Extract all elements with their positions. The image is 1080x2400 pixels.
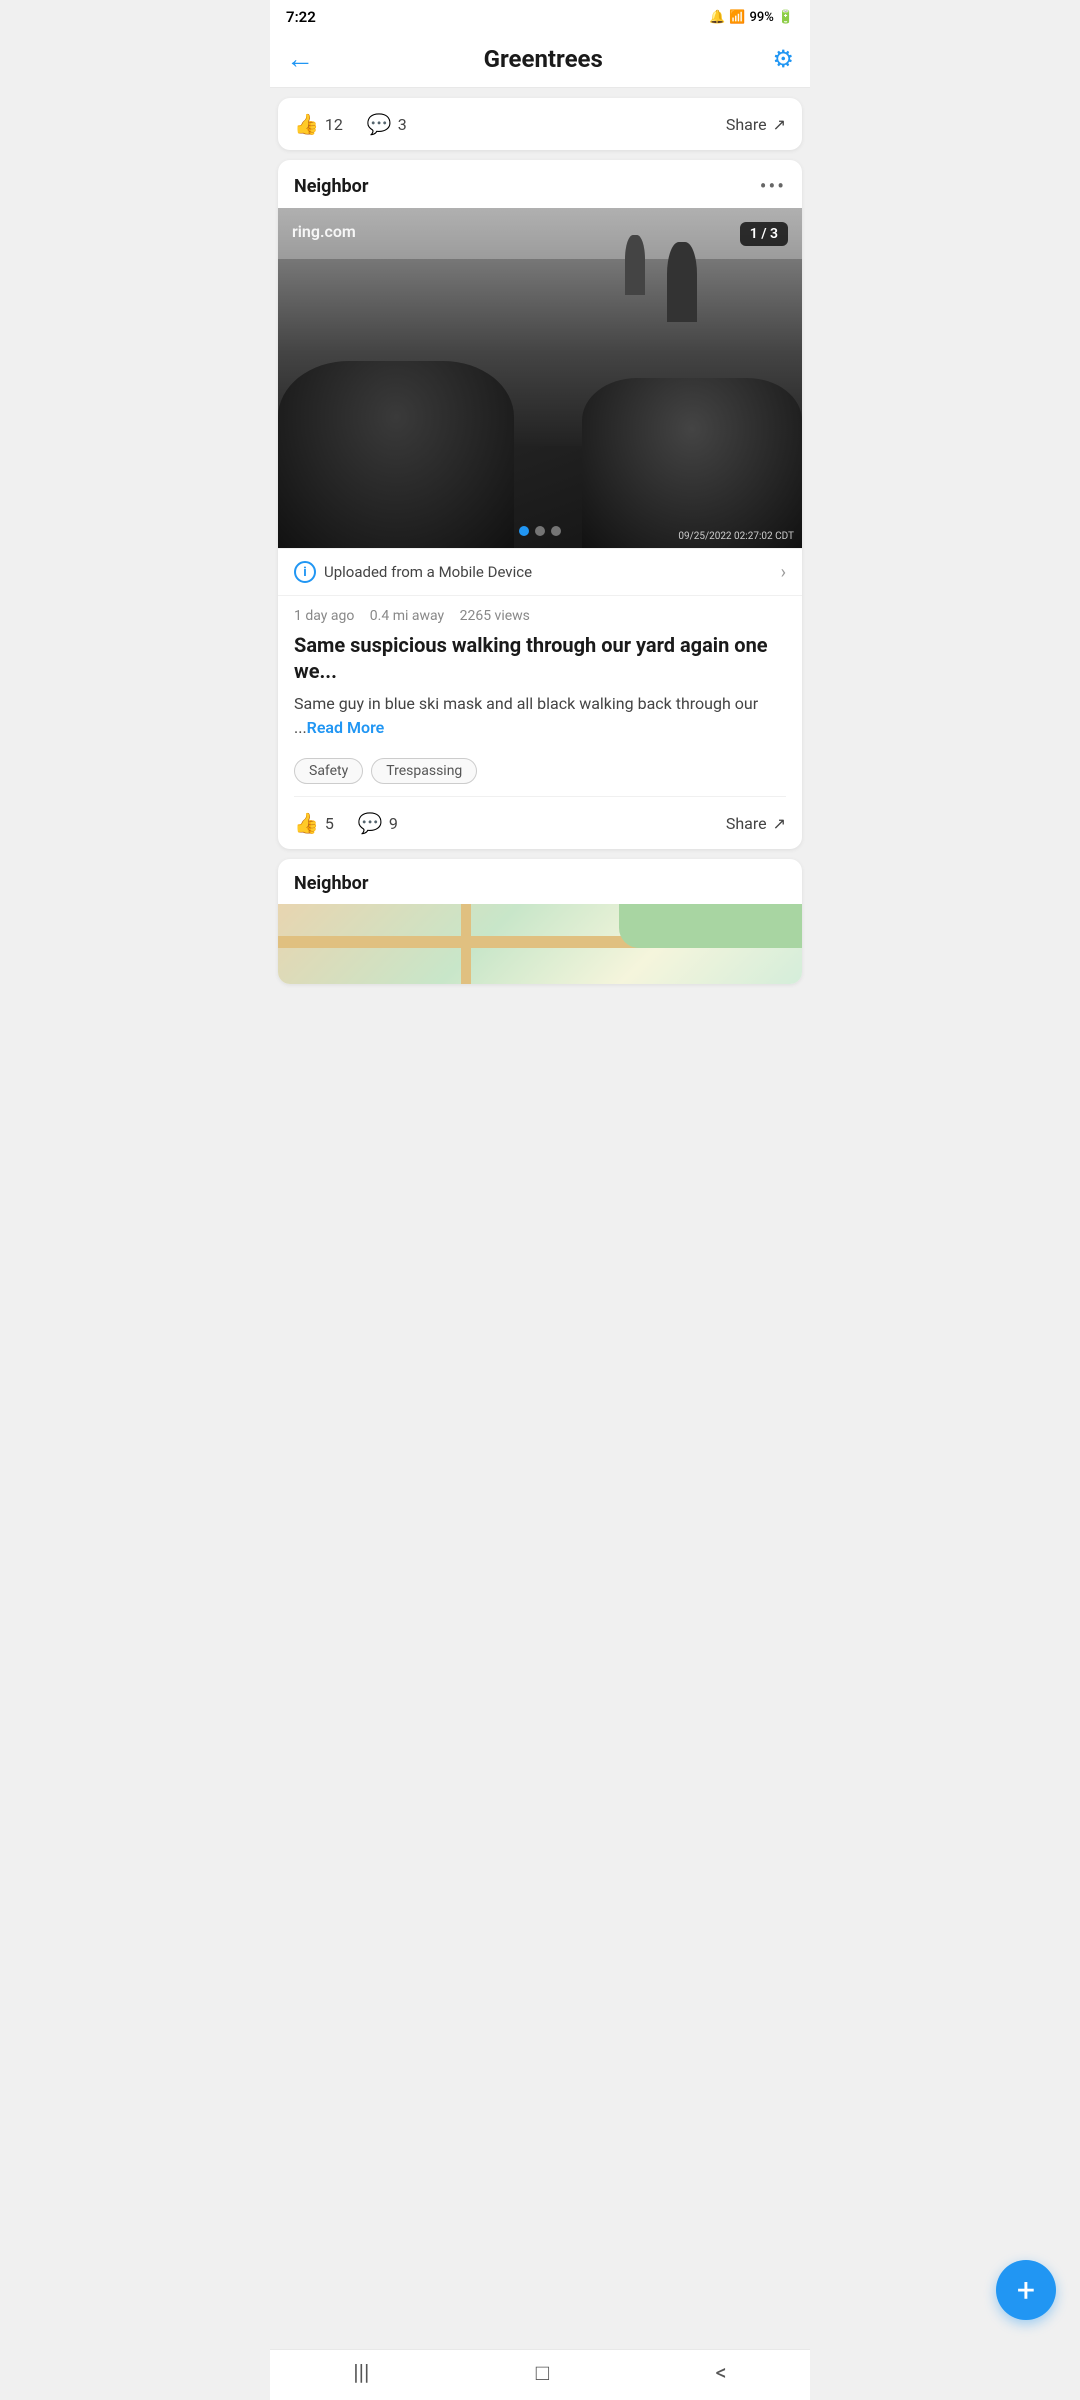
camera-image: ring.com 1 / 3 09/25/2022 02:27:02 CDT	[278, 208, 802, 548]
tag-safety[interactable]: Safety	[294, 758, 363, 784]
post-body: Same guy in blue ski mask and all black …	[294, 692, 786, 740]
cam-tree2	[625, 235, 645, 295]
post-author: Neighbor	[294, 176, 368, 197]
second-reactions-bar: 👍 5 💬 9 Share ↗	[278, 797, 802, 849]
map-area	[278, 904, 802, 984]
info-label: Uploaded from a Mobile Device	[324, 563, 532, 581]
ring-watermark: ring.com	[292, 222, 356, 241]
like-item-2: 👍 5	[294, 811, 334, 835]
distance: 0.4 mi away	[370, 608, 444, 624]
tags-container: Safety Trespassing	[278, 748, 802, 796]
tag-trespassing[interactable]: Trespassing	[371, 758, 477, 784]
more-options-button[interactable]: •••	[760, 174, 786, 198]
battery-icon: 🔋	[778, 10, 794, 25]
share-icon: ↗	[773, 115, 786, 134]
post-meta: 1 day ago 0.4 mi away 2265 views	[294, 608, 786, 624]
settings-button[interactable]: ⚙	[772, 45, 794, 73]
map-green-area	[619, 904, 802, 948]
image-dots	[519, 526, 561, 536]
status-time: 7:22	[286, 8, 316, 26]
cam-tree	[667, 242, 697, 322]
comment-icon: 💬	[367, 112, 392, 136]
post-title: Same suspicious walking through our yard…	[294, 632, 786, 684]
map-road-vertical	[461, 904, 471, 984]
status-bar: 7:22 🔔 📶 99% 🔋	[270, 0, 810, 30]
status-icons: 🔔 📶 99% 🔋	[709, 10, 794, 25]
views: 2265 views	[460, 608, 530, 624]
share-label: Share	[726, 115, 767, 134]
post-content: 1 day ago 0.4 mi away 2265 views Same su…	[278, 596, 802, 748]
second-card: Neighbor ••• ring.com 1 / 3 09/25/2022 0…	[278, 160, 802, 849]
card-header: Neighbor •••	[278, 160, 802, 208]
share-button-2[interactable]: Share ↗	[726, 814, 786, 833]
back-nav-button[interactable]: <	[716, 2361, 727, 2386]
comment-item: 💬 3	[367, 112, 407, 136]
dot-3	[551, 526, 561, 536]
like-count: 12	[325, 115, 343, 134]
cam-car-left	[278, 361, 514, 548]
like-count-2: 5	[325, 814, 334, 833]
share-icon-2: ↗	[773, 814, 786, 833]
third-card-header: Neighbor	[278, 859, 802, 904]
first-card: 👍 12 💬 3 Share ↗	[278, 98, 802, 150]
cam-scene	[278, 208, 802, 548]
notification-icon: 🔔	[709, 10, 725, 25]
home-button[interactable]: □	[536, 2360, 549, 2386]
top-nav: ← Greentrees ⚙	[270, 30, 810, 88]
cam-car-right	[582, 378, 802, 548]
battery-level: 99%	[749, 10, 773, 25]
back-button[interactable]: ←	[286, 42, 314, 75]
fab-button[interactable]: +	[996, 2260, 1056, 2320]
like-item: 👍 12	[294, 112, 343, 136]
image-timestamp: 09/25/2022 02:27:02 CDT	[678, 531, 794, 542]
dot-2	[535, 526, 545, 536]
fab-plus-icon: +	[1017, 2274, 1035, 2306]
thumbs-up-icon: 👍	[294, 112, 319, 136]
info-chevron-icon: ›	[781, 562, 786, 583]
info-icon: i	[294, 561, 316, 583]
comment-count-2: 9	[389, 814, 398, 833]
third-post-author: Neighbor	[294, 873, 368, 894]
share-button[interactable]: Share ↗	[726, 115, 786, 134]
bottom-nav: ||| □ <	[270, 2349, 810, 2400]
time-ago: 1 day ago	[294, 608, 354, 624]
third-card: Neighbor	[278, 859, 802, 984]
comment-icon-2: 💬	[358, 811, 383, 835]
thumbs-up-icon-2: 👍	[294, 811, 319, 835]
comment-count: 3	[398, 115, 407, 134]
menu-button[interactable]: |||	[353, 2361, 369, 2386]
page-title: Greentrees	[484, 45, 603, 73]
info-row[interactable]: i Uploaded from a Mobile Device ›	[278, 548, 802, 596]
read-more-link[interactable]: Read More	[307, 718, 385, 737]
image-counter: 1 / 3	[740, 222, 788, 246]
wifi-icon: 📶	[729, 10, 745, 25]
reactions-bar: 👍 12 💬 3 Share ↗	[278, 98, 802, 150]
dot-1	[519, 526, 529, 536]
share-label-2: Share	[726, 814, 767, 833]
info-text: i Uploaded from a Mobile Device	[294, 561, 532, 583]
comment-item-2: 💬 9	[358, 811, 398, 835]
